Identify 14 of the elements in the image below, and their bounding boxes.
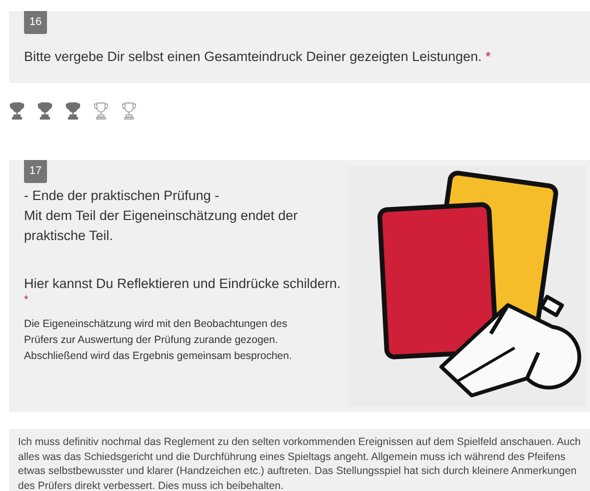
question-text: Mit dem Teil der Eigeneinschätzung endet der praktische Teil. (24, 207, 299, 245)
question-prompt: Hier kannst Du Reflektieren und Eindrücke schildern. (24, 275, 342, 293)
empty-trophy-icon[interactable] (93, 102, 109, 120)
answer-box[interactable]: Ich muss definitiv nochmal das Reglement zu den selten vorkommenden Ereignissen auf dem Spielfeld anschauen. Auch alles was das Schiedsgericht und die Durchführung eines Spieltags angeht. Allgemein muss ich während des Pfeifens etwas selbstbewusster und klarer (Handzeichen etc.) auftreten. Das Stellungsspiel hat sich durch kleinere Anmerkungen des Prüfers direkt verbessert. Dies muss ich beibehalten. (9, 429, 590, 491)
required-mark: * (24, 294, 28, 306)
question-number: 17 (24, 160, 47, 183)
filled-trophy-icon[interactable] (37, 102, 53, 120)
filled-trophy-icon[interactable] (9, 102, 25, 120)
empty-trophy-icon[interactable] (121, 102, 137, 120)
question-text: Bitte vergebe Dir selbst einen Gesamteindruck Deiner gezeigten Leistungen. * (24, 48, 492, 66)
question-text: - Ende der praktischen Prüfung - (24, 187, 220, 205)
filled-trophy-icon[interactable] (65, 102, 81, 120)
question-note: Die Eigeneinschätzung wird mit den Beobachtungen des Prüfers zur Auswertung der Prüfung zurande gezogen. Abschließend wird das Ergebnis gemeinsam besprochen. (24, 317, 293, 364)
question-number: 16 (24, 11, 47, 34)
